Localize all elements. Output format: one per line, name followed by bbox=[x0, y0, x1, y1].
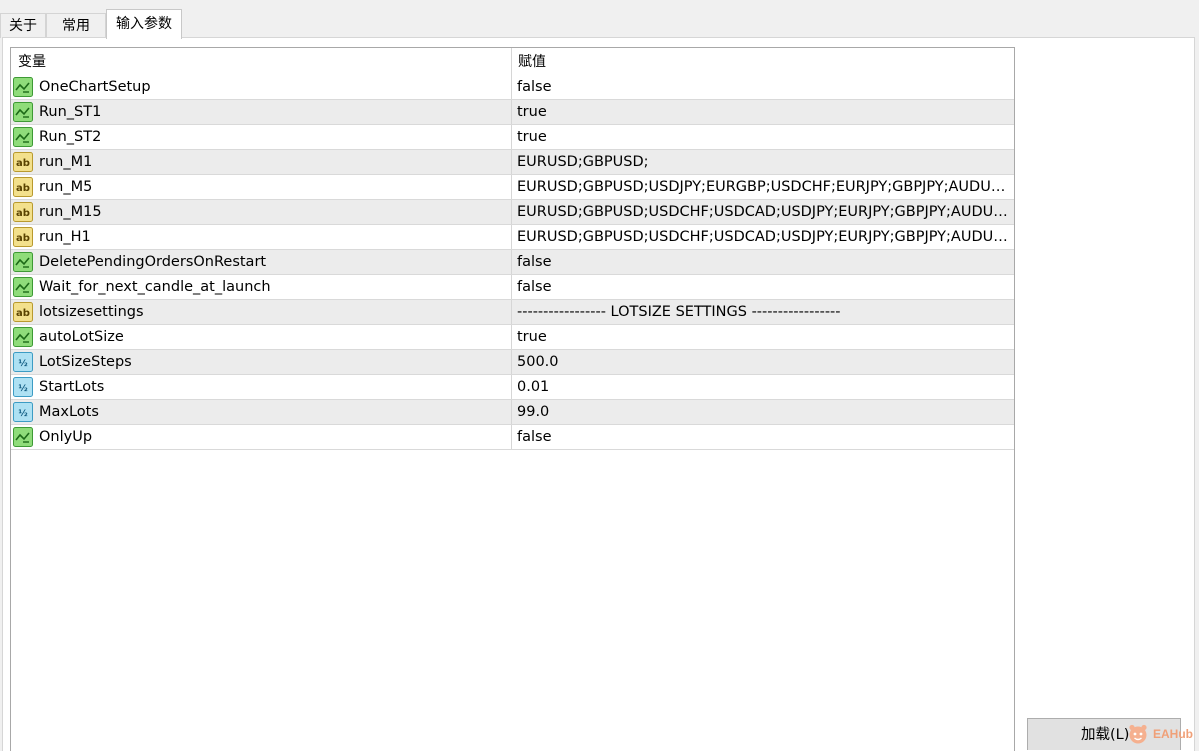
parameter-name-cell: Run_ST1 bbox=[11, 100, 511, 124]
parameter-name-cell: ½ LotSizeSteps bbox=[11, 350, 511, 374]
string-param-icon: ab bbox=[13, 302, 33, 322]
string-param-icon: ab bbox=[13, 227, 33, 247]
svg-text:ab: ab bbox=[16, 308, 30, 319]
parameter-name: run_M1 bbox=[39, 154, 93, 170]
parameter-name-cell: Run_ST2 bbox=[11, 125, 511, 149]
string-param-icon: ab bbox=[13, 177, 33, 197]
parameter-name-cell: autoLotSize bbox=[11, 325, 511, 349]
table-row[interactable]: DeletePendingOrdersOnRestart false bbox=[11, 250, 1014, 275]
parameter-value[interactable]: false bbox=[511, 275, 1012, 299]
parameter-name-cell: OnlyUp bbox=[11, 425, 511, 449]
parameter-name-cell: ab run_M5 bbox=[11, 175, 511, 199]
parameter-value[interactable]: EURUSD;GBPUSD;USDJPY;EURGBP;USDCHF;EURJP… bbox=[511, 175, 1012, 199]
tab-input-parameters-label: 输入参数 bbox=[116, 16, 172, 32]
parameter-value[interactable]: false bbox=[511, 75, 1012, 99]
parameter-name: OneChartSetup bbox=[39, 79, 151, 95]
parameter-value[interactable]: true bbox=[511, 100, 1012, 124]
watermark-text: EAHub bbox=[1153, 727, 1193, 741]
table-row[interactable]: Run_ST1 true bbox=[11, 100, 1014, 125]
parameter-value[interactable]: 99.0 bbox=[511, 400, 1012, 424]
svg-text:ab: ab bbox=[16, 158, 30, 169]
parameter-name-cell: ab run_M15 bbox=[11, 200, 511, 224]
string-param-icon: ab bbox=[13, 202, 33, 222]
table-row[interactable]: OnlyUp false bbox=[11, 425, 1014, 450]
table-row[interactable]: Wait_for_next_candle_at_launch false bbox=[11, 275, 1014, 300]
parameter-value[interactable]: false bbox=[511, 425, 1012, 449]
bool-param-icon bbox=[13, 277, 33, 297]
parameter-name-cell: ab run_M1 bbox=[11, 150, 511, 174]
parameter-value[interactable]: EURUSD;GBPUSD; bbox=[511, 150, 1012, 174]
double-param-icon: ½ bbox=[13, 402, 33, 422]
parameter-name: StartLots bbox=[39, 379, 105, 395]
table-row[interactable]: ½ StartLots 0.01 bbox=[11, 375, 1014, 400]
parameter-value[interactable]: 0.01 bbox=[511, 375, 1012, 399]
parameters-grid: 变量 赋值 OneChartSetup false Run_ST1 true Run_S… bbox=[10, 47, 1015, 751]
tab-input-parameters[interactable]: 输入参数 bbox=[106, 9, 182, 39]
parameter-name-cell: ½ MaxLots bbox=[11, 400, 511, 424]
parameter-value[interactable]: 500.0 bbox=[511, 350, 1012, 374]
tab-common-label: 常用 bbox=[62, 18, 90, 34]
grid-header: 变量 赋值 bbox=[11, 48, 1014, 75]
table-row[interactable]: Run_ST2 true bbox=[11, 125, 1014, 150]
svg-text:½: ½ bbox=[18, 383, 27, 394]
parameter-name-cell: OneChartSetup bbox=[11, 75, 511, 99]
parameter-value[interactable]: false bbox=[511, 250, 1012, 274]
parameter-name: LotSizeSteps bbox=[39, 354, 132, 370]
table-row[interactable]: ab run_M15 EURUSD;GBPUSD;USDCHF;USDCAD;USD… bbox=[11, 200, 1014, 225]
string-param-icon: ab bbox=[13, 152, 33, 172]
bool-param-icon bbox=[13, 102, 33, 122]
bool-param-icon bbox=[13, 252, 33, 272]
parameter-name: Run_ST2 bbox=[39, 129, 102, 145]
parameter-name: run_H1 bbox=[39, 229, 91, 245]
table-row[interactable]: ab run_M5 EURUSD;GBPUSD;USDJPY;EURGBP;USDC… bbox=[11, 175, 1014, 200]
svg-text:ab: ab bbox=[16, 183, 30, 194]
tab-about[interactable]: 关于 bbox=[0, 13, 46, 38]
parameter-name: Run_ST1 bbox=[39, 104, 102, 120]
parameter-value[interactable]: true bbox=[511, 325, 1012, 349]
svg-text:½: ½ bbox=[18, 358, 27, 369]
parameter-name: run_M15 bbox=[39, 204, 102, 220]
table-row[interactable]: autoLotSize true bbox=[11, 325, 1014, 350]
bool-param-icon bbox=[13, 327, 33, 347]
parameter-value[interactable]: ----------------- LOTSIZE SETTINGS -----… bbox=[511, 300, 1012, 324]
svg-text:ab: ab bbox=[16, 208, 30, 219]
double-param-icon: ½ bbox=[13, 377, 33, 397]
table-row[interactable]: ½ MaxLots 99.0 bbox=[11, 400, 1014, 425]
parameter-name-cell: ab lotsizesettings bbox=[11, 300, 511, 324]
parameter-name-cell: DeletePendingOrdersOnRestart bbox=[11, 250, 511, 274]
double-param-icon: ½ bbox=[13, 352, 33, 372]
parameter-name: autoLotSize bbox=[39, 329, 124, 345]
table-row[interactable]: ½ LotSizeSteps 500.0 bbox=[11, 350, 1014, 375]
table-row[interactable]: ab lotsizesettings ----------------- LOTSI… bbox=[11, 300, 1014, 325]
parameter-value[interactable]: EURUSD;GBPUSD;USDCHF;USDCAD;USDJPY;EURJP… bbox=[511, 200, 1012, 224]
parameter-name-cell: ½ StartLots bbox=[11, 375, 511, 399]
bool-param-icon bbox=[13, 427, 33, 447]
parameter-rows: OneChartSetup false Run_ST1 true Run_ST2 true… bbox=[11, 75, 1014, 450]
parameter-name: MaxLots bbox=[39, 404, 99, 420]
table-row[interactable]: ab run_H1 EURUSD;GBPUSD;USDCHF;USDCAD;USDJ… bbox=[11, 225, 1014, 250]
table-row[interactable]: ab run_M1 EURUSD;GBPUSD; bbox=[11, 150, 1014, 175]
column-header-variable[interactable]: 变量 bbox=[11, 48, 511, 75]
table-row[interactable]: OneChartSetup false bbox=[11, 75, 1014, 100]
tab-bar: 关于 常用 输入参数 bbox=[0, 0, 1199, 39]
parameter-value[interactable]: EURUSD;GBPUSD;USDCHF;USDCAD;USDJPY;EURJP… bbox=[511, 225, 1012, 249]
parameter-name: OnlyUp bbox=[39, 429, 93, 445]
parameter-name: Wait_for_next_candle_at_launch bbox=[39, 279, 271, 295]
parameter-name-cell: Wait_for_next_candle_at_launch bbox=[11, 275, 511, 299]
svg-text:½: ½ bbox=[18, 408, 27, 419]
watermark-logo-icon bbox=[1129, 724, 1147, 744]
tab-about-label: 关于 bbox=[9, 18, 37, 34]
parameter-value[interactable]: true bbox=[511, 125, 1012, 149]
column-header-value[interactable]: 赋值 bbox=[511, 48, 1014, 75]
parameter-name: run_M5 bbox=[39, 179, 93, 195]
tab-common[interactable]: 常用 bbox=[46, 13, 106, 38]
bool-param-icon bbox=[13, 127, 33, 147]
parameter-name: DeletePendingOrdersOnRestart bbox=[39, 254, 267, 270]
bool-param-icon bbox=[13, 77, 33, 97]
parameter-name-cell: ab run_H1 bbox=[11, 225, 511, 249]
parameter-name: lotsizesettings bbox=[39, 304, 144, 320]
svg-text:ab: ab bbox=[16, 233, 30, 244]
